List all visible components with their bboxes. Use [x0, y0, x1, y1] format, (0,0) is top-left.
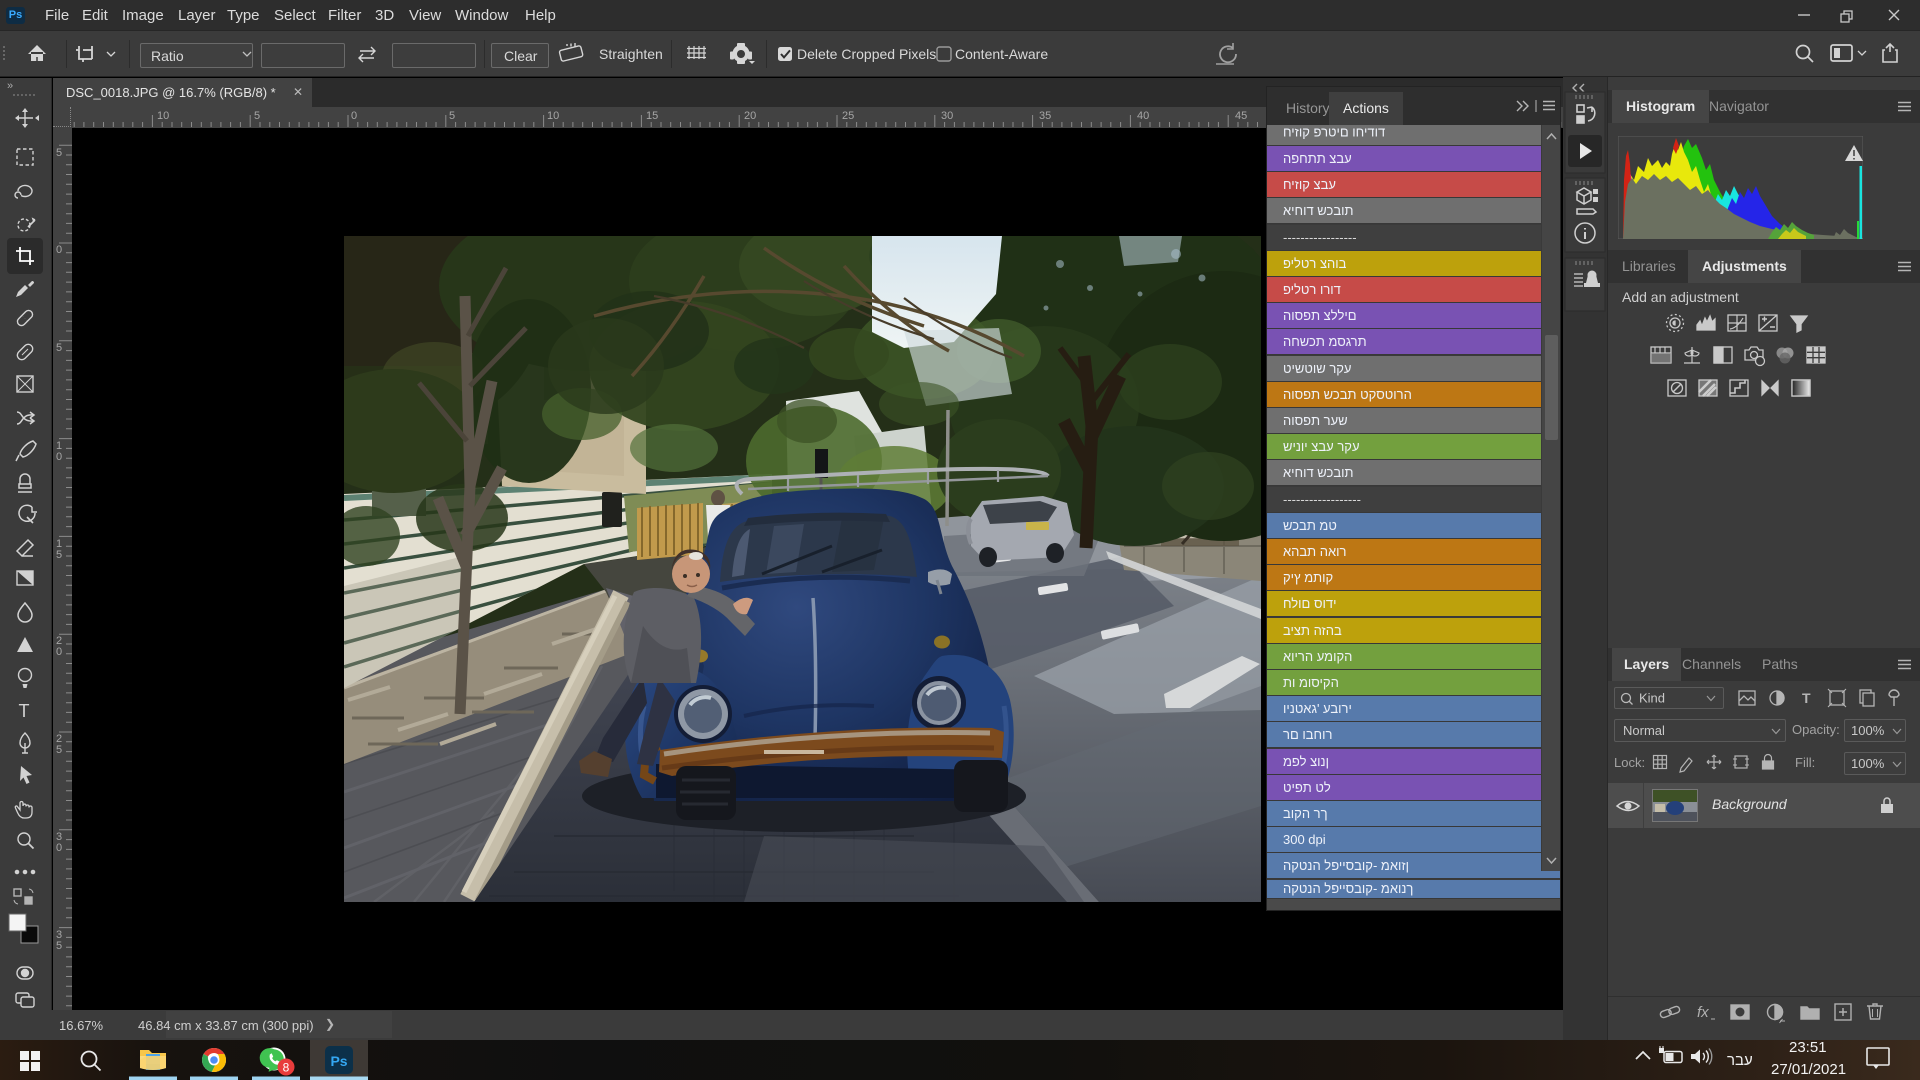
svg-text:Kind: Kind — [1639, 691, 1665, 706]
svg-text:T: T — [1802, 690, 1811, 706]
svg-text:Ps: Ps — [330, 1053, 347, 1069]
svg-text:T: T — [19, 701, 30, 721]
svg-text:8: 8 — [283, 1061, 290, 1075]
svg-text:»: » — [7, 80, 13, 92]
svg-text:fx: fx — [1697, 1004, 1709, 1021]
